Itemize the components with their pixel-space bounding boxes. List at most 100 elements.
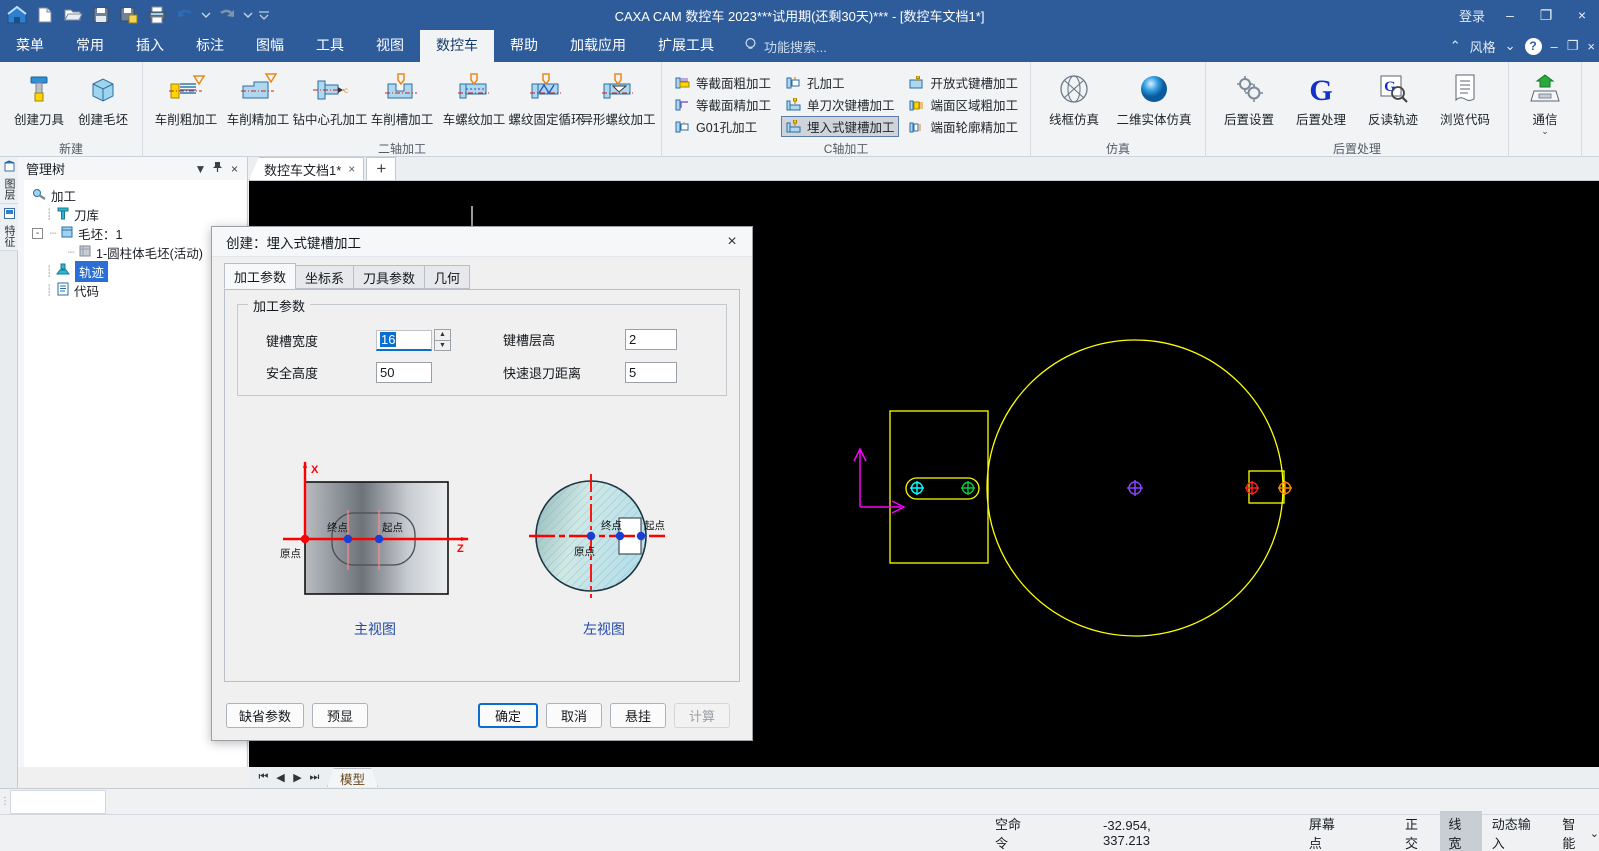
new-file-icon[interactable] <box>32 2 58 28</box>
ribbon-tab-insert[interactable]: 插入 <box>120 30 180 62</box>
section-rough-button[interactable]: 等截面粗加工 <box>670 72 775 93</box>
dialog-close-button[interactable]: × <box>718 229 746 255</box>
hole-machining-button[interactable]: 孔加工 <box>781 72 899 93</box>
chevron-down-icon[interactable]: ⌄ <box>1541 128 1549 135</box>
special-thread-button[interactable]: 异形螺纹加工 <box>583 67 653 128</box>
g01-hole-button[interactable]: G01孔加工 <box>670 116 775 137</box>
document-tab[interactable]: 数控车文档1* × <box>249 157 364 180</box>
undo-icon[interactable] <box>172 2 198 28</box>
ribbon-tab-annotation[interactable]: 标注 <box>180 30 240 62</box>
post-settings-button[interactable]: 后置设置 <box>1214 67 1284 128</box>
center-drill-button[interactable]: c 钻中心孔加工 <box>295 67 365 128</box>
rapid-retract-distance-input[interactable]: 5 <box>625 362 677 383</box>
chevron-down-icon[interactable]: ⌄ <box>1590 827 1599 840</box>
first-sheet-button[interactable]: ⏮ <box>255 771 272 784</box>
tree-node-machining[interactable]: 加工 <box>30 186 246 205</box>
ribbon-tab-extensions[interactable]: 扩展工具 <box>642 30 730 62</box>
login-button[interactable]: 登录 <box>1459 6 1485 25</box>
sheet-tab-model[interactable]: 模型 <box>327 768 378 787</box>
turn-thread-button[interactable]: 车螺纹加工 <box>439 67 509 128</box>
status-ortho-toggle[interactable]: 正交 <box>1357 814 1440 851</box>
command-history-area[interactable] <box>10 790 106 814</box>
create-tool-button[interactable]: 创建刀具 <box>8 67 70 128</box>
home-icon[interactable] <box>4 2 30 28</box>
wireframe-sim-button[interactable]: 线框仿真 <box>1039 67 1109 128</box>
status-linewidth-toggle[interactable]: 线宽 <box>1440 811 1481 851</box>
turn-finish-button[interactable]: 车削精加工 <box>223 67 293 128</box>
ribbon-tab-tools[interactable]: 工具 <box>300 30 360 62</box>
minimize-button[interactable]: – <box>1499 7 1521 23</box>
create-stock-button[interactable]: 创建毛坯 <box>72 67 134 128</box>
dialog-tab-machining-params[interactable]: 加工参数 <box>224 263 296 289</box>
prev-sheet-button[interactable]: ◀ <box>272 771 289 784</box>
face-area-rough-button[interactable]: 端面区域粗加工 <box>905 94 1023 115</box>
ribbon-tab-common[interactable]: 常用 <box>60 30 120 62</box>
ribbon-tab-help[interactable]: 帮助 <box>494 30 554 62</box>
solid-sim-button[interactable]: 二维实体仿真 <box>1111 67 1197 128</box>
next-sheet-button[interactable]: ▶ <box>289 771 306 784</box>
open-folder-icon[interactable] <box>60 2 86 28</box>
safe-height-input[interactable]: 50 <box>376 362 432 383</box>
ribbon-tab-cnc-lathe[interactable]: 数控车 <box>420 30 494 62</box>
save-as-icon[interactable] <box>116 2 142 28</box>
ok-button[interactable]: 确定 <box>478 703 538 728</box>
status-snap-mode[interactable]: 屏幕点 <box>1209 814 1357 851</box>
chevron-down-icon[interactable]: ▼ <box>192 162 209 176</box>
post-process-button[interactable]: G 后置处理 <box>1286 67 1356 128</box>
close-icon[interactable]: × <box>226 162 243 176</box>
face-contour-finish-button[interactable]: 端面轮廓精加工 <box>905 116 1023 137</box>
embedded-keyway-button[interactable]: 埋入式键槽加工 <box>781 116 899 137</box>
close-icon[interactable]: × <box>348 162 355 176</box>
keyway-width-stepper[interactable]: ▲ ▼ <box>434 329 451 351</box>
dialog-tab-coordinate-system[interactable]: 坐标系 <box>295 265 354 289</box>
side-tab-feature[interactable]: 特征 <box>0 204 18 251</box>
preview-button[interactable]: 预显 <box>312 703 368 728</box>
ribbon-tab-view[interactable]: 视图 <box>360 30 420 62</box>
restore-button[interactable]: ❐ <box>1535 7 1557 24</box>
last-sheet-button[interactable]: ⏭ <box>306 771 323 784</box>
new-document-button[interactable]: + <box>366 157 396 180</box>
command-bar-grip[interactable]: ⋮ <box>0 789 10 815</box>
keyway-layer-height-input[interactable]: 2 <box>625 329 677 350</box>
style-menu[interactable]: 风格 <box>1470 37 1496 56</box>
tree-expander-icon[interactable]: - <box>32 228 43 239</box>
help-icon[interactable]: ? <box>1525 38 1542 55</box>
suspend-button[interactable]: 悬挂 <box>610 703 666 728</box>
reverse-toolpath-button[interactable]: G 反读轨迹 <box>1358 67 1428 128</box>
dialog-tab-geometry[interactable]: 几何 <box>424 265 470 289</box>
save-icon[interactable] <box>88 2 114 28</box>
default-params-button[interactable]: 缺省参数 <box>226 703 304 728</box>
section-finish-button[interactable]: 等截面精加工 <box>670 94 775 115</box>
status-dynamic-input-toggle[interactable]: 动态输入 <box>1482 814 1553 851</box>
open-keyway-button[interactable]: 开放式键槽加工 <box>905 72 1023 93</box>
side-tab-layer[interactable]: 图层 <box>0 157 18 204</box>
ribbon-tab-menu[interactable]: 菜单 <box>0 30 60 62</box>
communication-button[interactable]: 通信 ⌄ <box>1517 67 1573 135</box>
view-tool-button[interactable]: 视向工具 <box>1590 67 1599 128</box>
turn-groove-button[interactable]: 车削槽加工 <box>367 67 437 128</box>
browse-code-button[interactable]: 浏览代码 <box>1430 67 1500 128</box>
feature-search[interactable]: 功能搜索... <box>744 30 827 62</box>
stepper-down-icon[interactable]: ▼ <box>434 341 451 352</box>
redo-icon[interactable] <box>214 2 240 28</box>
redo-dropdown-icon[interactable] <box>242 2 254 28</box>
doc-close-button[interactable]: × <box>1587 39 1595 54</box>
doc-restore-button[interactable]: ❐ <box>1567 38 1579 54</box>
doc-minimize-button[interactable]: – <box>1551 39 1558 54</box>
pin-icon[interactable] <box>209 161 226 176</box>
turn-rough-button[interactable]: 车削粗加工 <box>151 67 221 128</box>
single-pass-keyway-button[interactable]: 单刀次键槽加工 <box>781 94 899 115</box>
cancel-button[interactable]: 取消 <box>546 703 602 728</box>
print-icon[interactable] <box>144 2 170 28</box>
qat-more-icon[interactable] <box>256 2 272 28</box>
stepper-up-icon[interactable]: ▲ <box>434 329 451 341</box>
undo-dropdown-icon[interactable] <box>200 2 212 28</box>
tree-node-tool-library[interactable]: ┊ 刀库 <box>30 205 246 224</box>
collapse-ribbon-icon[interactable]: ⌃ <box>1450 38 1461 54</box>
ribbon-tab-sheet[interactable]: 图幅 <box>240 30 300 62</box>
dialog-tab-tool-params[interactable]: 刀具参数 <box>353 265 425 289</box>
chevron-down-icon[interactable]: ⌄ <box>1505 38 1516 54</box>
close-button[interactable]: × <box>1571 7 1593 23</box>
thread-cycle-button[interactable]: 螺纹固定循环 <box>511 67 581 128</box>
status-smart-mode[interactable]: 智能 <box>1552 814 1589 851</box>
